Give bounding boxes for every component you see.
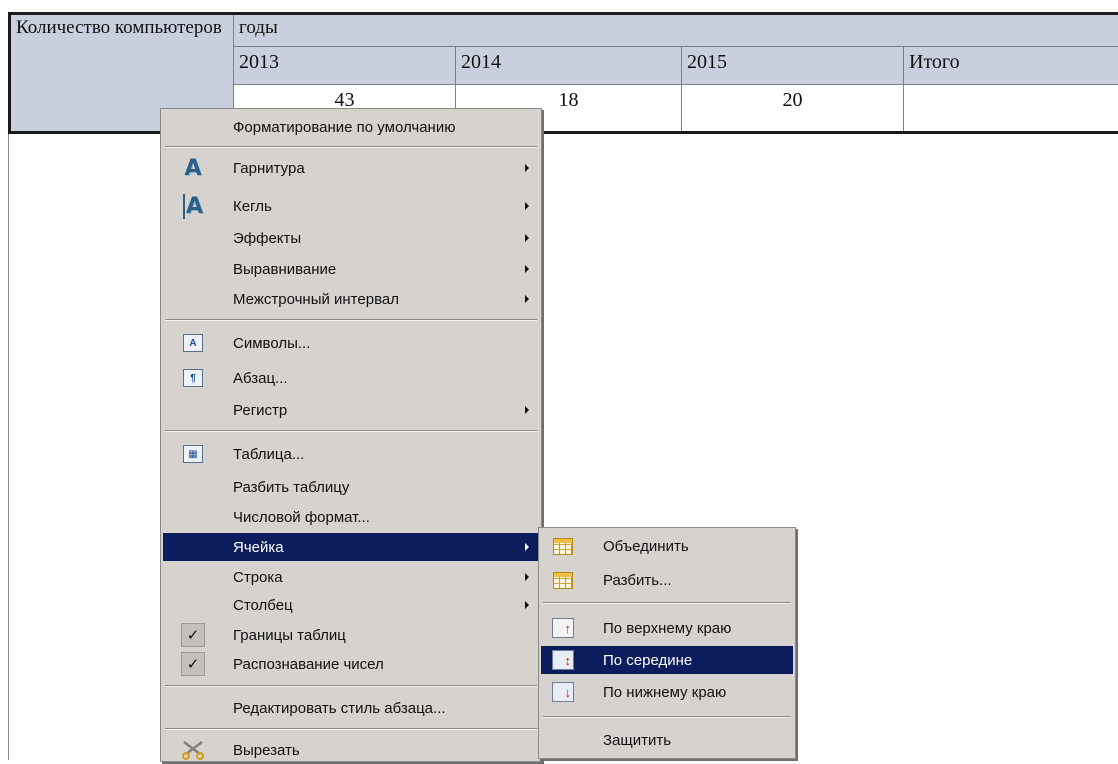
align-middle-icon: ↕: [551, 649, 575, 671]
submenu-item-split[interactable]: Разбить...: [541, 566, 793, 594]
value-cell[interactable]: 20: [682, 85, 904, 133]
menu-item-row[interactable]: Строка: [163, 563, 539, 591]
group-header-text: годы: [239, 17, 278, 38]
value-text: 18: [559, 89, 579, 111]
menu-separator: [165, 685, 537, 687]
year-cell[interactable]: 2013: [234, 47, 456, 85]
menu-item-cell[interactable]: Ячейка: [163, 533, 539, 561]
menu-item-label: Вырезать: [233, 742, 300, 759]
menu-item-table-properties[interactable]: ▦ Таблица...: [163, 440, 539, 468]
menu-separator: [165, 728, 537, 730]
submenu-item-label: По середине: [603, 652, 692, 669]
paragraph-icon: ¶: [181, 367, 205, 389]
menu-item-column[interactable]: Столбец: [163, 591, 539, 619]
menu-item-label: Выравнивание: [233, 261, 336, 278]
font-name-icon: A: [181, 157, 205, 179]
menu-item-paragraph[interactable]: ¶ Абзац...: [163, 364, 539, 392]
year-text: 2015: [687, 51, 727, 73]
submenu-item-label: Объединить: [603, 538, 689, 555]
menu-item-line-spacing[interactable]: Межстрочный интервал: [163, 285, 539, 313]
total-header-text: Итого: [909, 51, 960, 73]
menu-item-label: Таблица...: [233, 446, 304, 463]
row-header-text: Количество компьютеров: [16, 17, 222, 38]
menu-item-label: Гарнитура: [233, 160, 305, 177]
submenu-separator: [543, 716, 791, 718]
submenu-item-align-top[interactable]: ↑ По верхнему краю: [541, 614, 793, 642]
menu-item-case[interactable]: Регистр: [163, 396, 539, 424]
menu-item-label: Разбить таблицу: [233, 479, 349, 496]
submenu-item-align-middle[interactable]: ↕ По середине: [541, 646, 793, 674]
year-text: 2013: [239, 51, 279, 73]
merge-cells-icon: [551, 535, 575, 557]
submenu-arrow-icon: [525, 164, 529, 172]
submenu-arrow-icon: [525, 202, 529, 210]
menu-item-label: Символы...: [233, 335, 310, 352]
character-icon: A: [181, 332, 205, 354]
scissors-icon: [181, 739, 205, 761]
year-cell[interactable]: 2015: [682, 47, 904, 85]
submenu-arrow-icon: [525, 543, 529, 551]
context-menu: Форматирование по умолчанию A Гарнитура …: [160, 108, 542, 762]
menu-item-font-size[interactable]: A Кегль: [163, 192, 539, 220]
menu-separator: [165, 430, 537, 432]
split-cells-icon: [551, 569, 575, 591]
menu-item-label: Числовой формат...: [233, 509, 370, 526]
check-icon: ✓: [181, 653, 205, 675]
menu-item-label: Кегль: [233, 198, 272, 215]
submenu-arrow-icon: [525, 406, 529, 414]
submenu-arrow-icon: [525, 295, 529, 303]
font-size-icon: A: [181, 195, 205, 217]
cell-submenu: Объединить Разбить... ↑ По верхнему краю…: [538, 527, 796, 759]
year-cell[interactable]: 2014: [456, 47, 682, 85]
total-header-cell[interactable]: Итого: [904, 47, 1118, 85]
menu-item-alignment[interactable]: Выравнивание: [163, 255, 539, 283]
year-text: 2014: [461, 51, 501, 73]
submenu-item-merge[interactable]: Объединить: [541, 532, 793, 560]
menu-item-label: Межстрочный интервал: [233, 291, 399, 308]
menu-item-edit-paragraph-style[interactable]: Редактировать стиль абзаца...: [163, 694, 539, 722]
submenu-item-align-bottom[interactable]: ↓ По нижнему краю: [541, 678, 793, 706]
menu-item-label: Строка: [233, 569, 283, 586]
menu-item-effects[interactable]: Эффекты: [163, 224, 539, 252]
menu-separator: [165, 319, 537, 321]
submenu-arrow-icon: [525, 601, 529, 609]
menu-item-label: Распознавание чисел: [233, 656, 384, 673]
menu-item-number-recognition[interactable]: ✓ Распознавание чисел: [163, 650, 539, 678]
submenu-arrow-icon: [525, 265, 529, 273]
align-top-icon: ↑: [551, 617, 575, 639]
menu-item-label: Ячейка: [233, 539, 284, 556]
total-value-cell[interactable]: [904, 85, 1118, 133]
submenu-separator: [543, 602, 791, 604]
value-text: 20: [783, 89, 803, 111]
submenu-arrow-icon: [525, 234, 529, 242]
menu-item-label: Абзац...: [233, 370, 288, 387]
submenu-item-label: Защитить: [603, 732, 671, 749]
submenu-item-label: По верхнему краю: [603, 620, 731, 637]
submenu-item-protect[interactable]: Защитить: [541, 726, 793, 754]
menu-item-label: Столбец: [233, 597, 293, 614]
menu-item-character[interactable]: A Символы...: [163, 329, 539, 357]
menu-item-font-name[interactable]: A Гарнитура: [163, 154, 539, 182]
menu-item-number-format[interactable]: Числовой формат...: [163, 503, 539, 531]
align-bottom-icon: ↓: [551, 681, 575, 703]
submenu-arrow-icon: [525, 573, 529, 581]
menu-item-table-boundaries[interactable]: ✓ Границы таблиц: [163, 621, 539, 649]
menu-item-label: Границы таблиц: [233, 627, 346, 644]
menu-item-split-table[interactable]: Разбить таблицу: [163, 473, 539, 501]
submenu-item-label: Разбить...: [603, 572, 672, 589]
menu-item-label: Форматирование по умолчанию: [233, 119, 455, 136]
page-edge: [8, 134, 9, 760]
menu-item-default-formatting[interactable]: Форматирование по умолчанию: [163, 113, 539, 141]
submenu-item-label: По нижнему краю: [603, 684, 726, 701]
menu-item-label: Эффекты: [233, 230, 301, 247]
menu-item-label: Редактировать стиль абзаца...: [233, 700, 446, 717]
menu-item-label: Регистр: [233, 402, 287, 419]
check-icon: ✓: [181, 624, 205, 646]
group-header-cell[interactable]: годы: [234, 14, 1118, 47]
table-props-icon: ▦: [181, 443, 205, 465]
menu-separator: [165, 146, 537, 148]
